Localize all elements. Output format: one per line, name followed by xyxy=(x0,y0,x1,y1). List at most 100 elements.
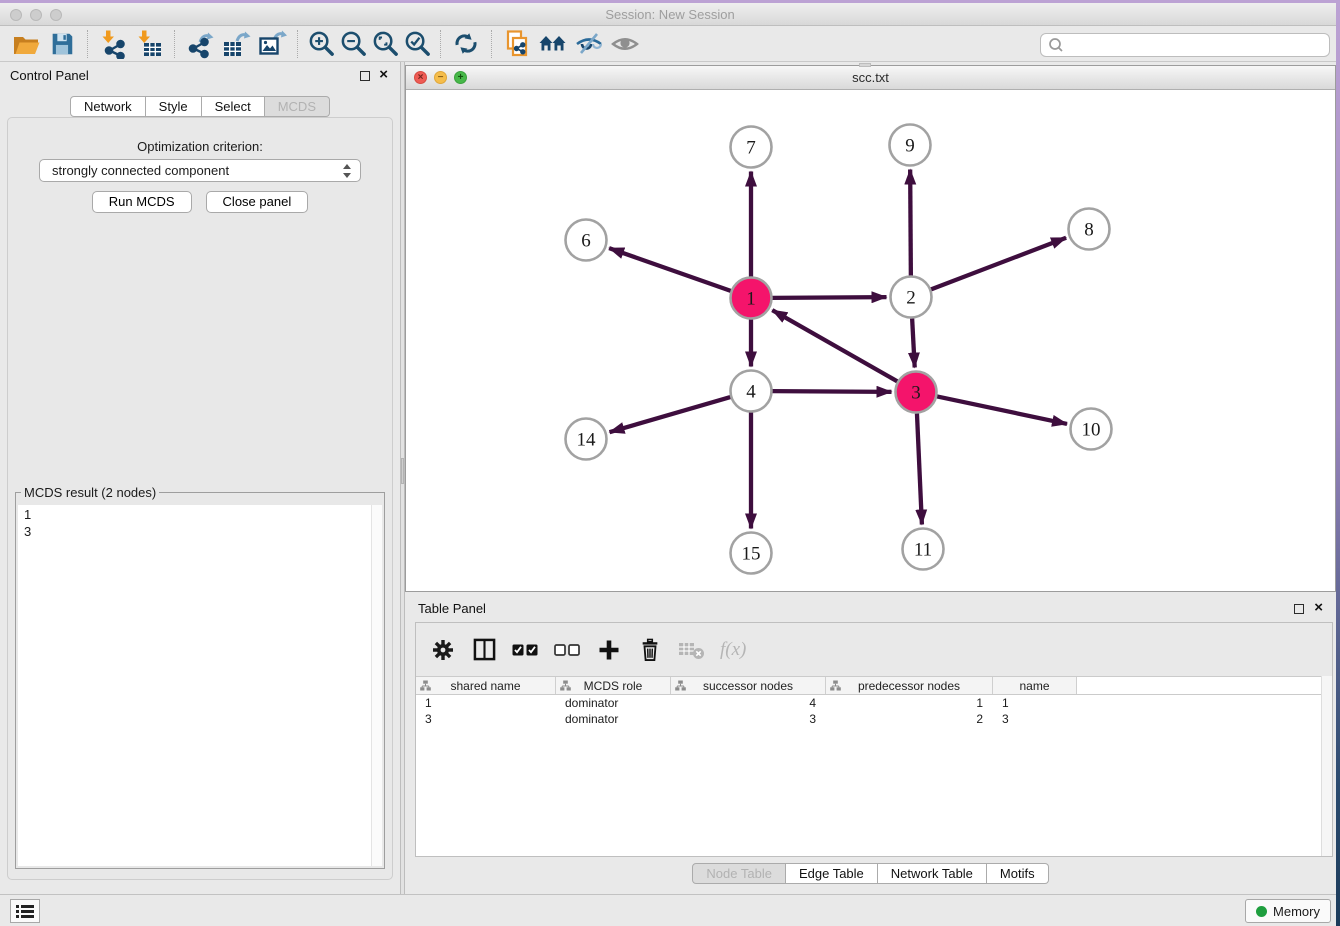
edge-3-11[interactable] xyxy=(917,413,922,524)
save-icon xyxy=(48,30,76,58)
delete-column-button[interactable] xyxy=(637,635,663,665)
tab-select[interactable]: Select xyxy=(202,96,265,117)
duplicate-network-button[interactable] xyxy=(499,28,535,60)
edge-4-3[interactable] xyxy=(772,391,891,392)
zoom-out-button[interactable] xyxy=(337,28,369,60)
node-label: 3 xyxy=(911,383,921,404)
tab-edge-table[interactable]: Edge Table xyxy=(786,863,878,884)
edge-1-2[interactable] xyxy=(772,297,886,298)
tab-motifs[interactable]: Motifs xyxy=(987,863,1049,884)
node-label: 14 xyxy=(577,430,597,451)
add-column-button[interactable] xyxy=(596,635,622,665)
task-history-button[interactable] xyxy=(10,899,40,923)
table-row[interactable]: 1dominator411 xyxy=(416,695,1321,711)
edge-2-8[interactable] xyxy=(931,238,1066,290)
zoom-in-icon xyxy=(307,29,336,58)
search-field[interactable] xyxy=(1040,33,1330,57)
zoom-fit-button[interactable] xyxy=(369,28,401,60)
float-panel-icon[interactable] xyxy=(1294,604,1304,614)
close-panel-icon[interactable]: × xyxy=(379,67,388,83)
table-row[interactable]: 3dominator323 xyxy=(416,711,1321,727)
node-table-container: f(x) shared nameMCDS rolesuccessor nodes… xyxy=(415,622,1333,857)
toggle-panes-button[interactable] xyxy=(471,635,497,665)
memory-button[interactable]: Memory xyxy=(1245,899,1331,923)
graph-node-2[interactable]: 2 xyxy=(891,277,932,318)
graph-node-7[interactable]: 7 xyxy=(731,127,772,168)
zoom-selected-button[interactable] xyxy=(401,28,433,60)
export-image-button[interactable] xyxy=(254,28,290,60)
graph-node-1[interactable]: 1 xyxy=(731,278,772,319)
result-scrollbar[interactable] xyxy=(371,505,382,866)
memory-label: Memory xyxy=(1273,904,1320,919)
edge-1-6[interactable] xyxy=(609,248,731,291)
control-panel-tabs: NetworkStyleSelectMCDS xyxy=(0,96,400,117)
search-icon xyxy=(1047,36,1065,54)
horizontal-splitter-grip[interactable] xyxy=(859,63,871,67)
column-header-name[interactable]: name xyxy=(993,677,1077,694)
edge-3-10[interactable] xyxy=(937,396,1067,423)
graph-node-4[interactable]: 4 xyxy=(731,371,772,412)
table-scrollbar[interactable] xyxy=(1321,676,1332,856)
table-cell: 1 xyxy=(993,695,1077,711)
column-header-successor-nodes[interactable]: successor nodes xyxy=(671,677,826,694)
network-window-titlebar[interactable]: × − + scc.txt xyxy=(406,66,1335,90)
column-header-shared-name[interactable]: shared name xyxy=(416,677,556,694)
search-input[interactable] xyxy=(1065,35,1329,55)
column-label: successor nodes xyxy=(703,679,793,693)
criterion-dropdown[interactable]: strongly connected component xyxy=(39,159,361,182)
table-settings-button[interactable] xyxy=(430,635,456,665)
import-network-button[interactable] xyxy=(95,28,131,60)
desktop-edge-right xyxy=(1336,0,1340,926)
save-session-button[interactable] xyxy=(44,28,80,60)
select-all-icon xyxy=(512,643,539,657)
trash-icon xyxy=(639,638,661,662)
graph-node-10[interactable]: 10 xyxy=(1071,409,1112,450)
mcds-result-text[interactable]: 13 xyxy=(18,505,371,866)
graph-node-9[interactable]: 9 xyxy=(890,125,931,166)
open-session-button[interactable] xyxy=(8,28,44,60)
edge-2-9[interactable] xyxy=(910,169,911,275)
node-label: 1 xyxy=(746,289,756,310)
edge-2-3[interactable] xyxy=(912,318,915,367)
graph-node-3[interactable]: 3 xyxy=(896,372,937,413)
import-table-button[interactable] xyxy=(131,28,167,60)
table-panel-header: Table Panel × xyxy=(405,594,1336,621)
unselect-all-button[interactable] xyxy=(554,635,581,665)
edge-3-1[interactable] xyxy=(772,310,897,381)
column-header-MCDS-role[interactable]: MCDS role xyxy=(556,677,671,694)
run-mcds-button[interactable]: Run MCDS xyxy=(92,191,192,213)
node-label: 15 xyxy=(742,544,761,565)
result-line: 3 xyxy=(24,523,365,540)
table-panel: Table Panel × xyxy=(405,594,1336,894)
float-panel-icon[interactable] xyxy=(360,71,370,81)
hide-graphics-details-button[interactable] xyxy=(571,28,607,60)
tab-network-table[interactable]: Network Table xyxy=(878,863,987,884)
select-all-button[interactable] xyxy=(512,635,539,665)
tab-node-table[interactable]: Node Table xyxy=(692,863,786,884)
houses-button[interactable] xyxy=(535,28,571,60)
toolbar-separator xyxy=(87,30,88,58)
splitter-grip[interactable] xyxy=(401,458,404,484)
show-graphics-details-button[interactable] xyxy=(607,28,643,60)
column-header-predecessor-nodes[interactable]: predecessor nodes xyxy=(826,677,993,694)
split-pane-icon xyxy=(473,638,496,661)
tab-network[interactable]: Network xyxy=(70,96,146,117)
edge-4-14[interactable] xyxy=(610,397,731,432)
export-table-button[interactable] xyxy=(218,28,254,60)
tab-mcds[interactable]: MCDS xyxy=(265,96,330,117)
graph-node-11[interactable]: 11 xyxy=(903,529,944,570)
export-network-button[interactable] xyxy=(182,28,218,60)
refresh-button[interactable] xyxy=(448,28,484,60)
close-panel-icon[interactable]: × xyxy=(1314,600,1323,616)
graph-node-8[interactable]: 8 xyxy=(1069,209,1110,250)
network-canvas[interactable]: 7 9 6 8 1 2 4 3 14 10 15 11 xyxy=(406,90,1335,591)
graph-node-15[interactable]: 15 xyxy=(731,533,772,574)
zoom-in-button[interactable] xyxy=(305,28,337,60)
graph-node-14[interactable]: 14 xyxy=(566,419,607,460)
tab-style[interactable]: Style xyxy=(146,96,202,117)
main-titlebar: Session: New Session xyxy=(0,3,1340,26)
tree-icon xyxy=(560,680,571,691)
close-panel-button[interactable]: Close panel xyxy=(206,191,309,213)
graph-node-6[interactable]: 6 xyxy=(566,220,607,261)
node-table[interactable]: shared nameMCDS role successor nodes prede… xyxy=(416,676,1321,856)
